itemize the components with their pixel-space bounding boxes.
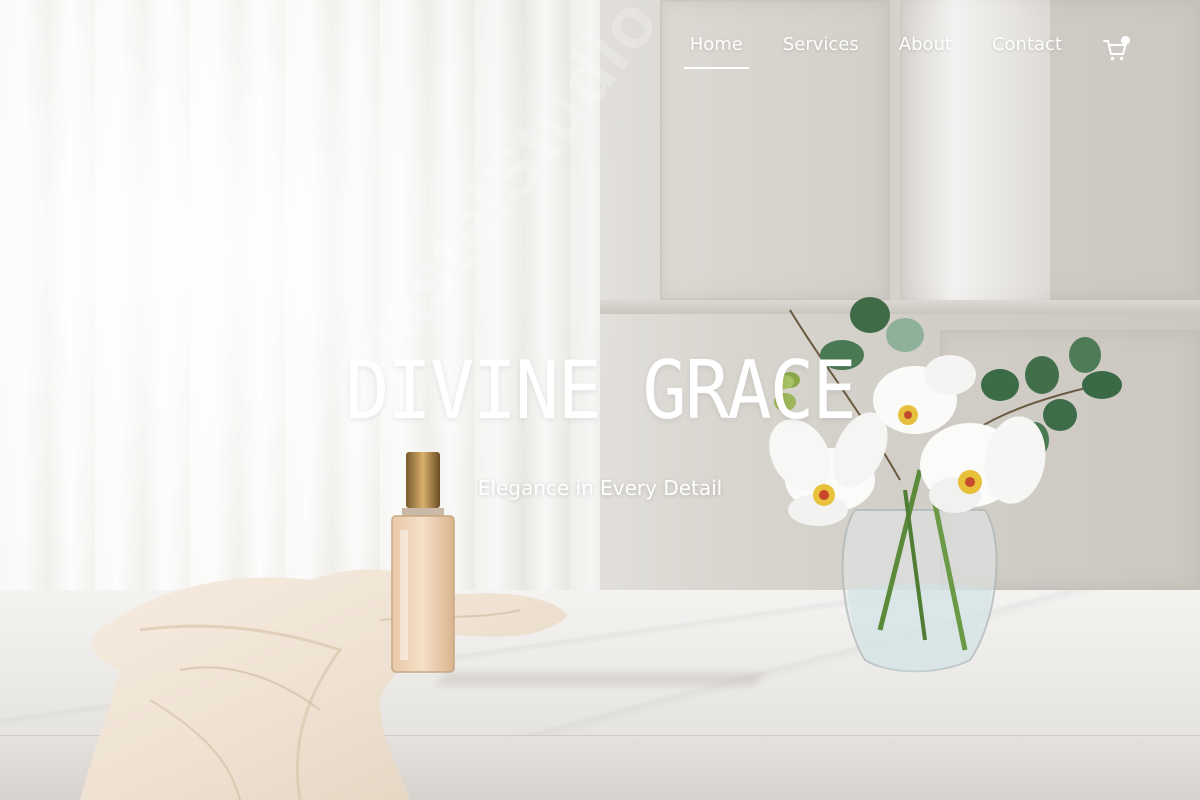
nav-services-link[interactable]: Services [783,30,859,69]
main-navigation: Home Services About Contact [670,30,1130,69]
hero-subtitle: Elegance in Every Detail [477,476,723,500]
nav-home-link[interactable]: Home [683,30,750,69]
cart-button[interactable] [1100,35,1130,65]
nav-about-link[interactable]: About [899,30,952,69]
hero-title: DIVINE GRACE [345,344,856,437]
cart-badge-dot [1121,35,1130,45]
nav-contact-link[interactable]: Contact [992,30,1062,69]
silk-scarf [80,569,568,800]
window-light-glow [0,0,640,620]
